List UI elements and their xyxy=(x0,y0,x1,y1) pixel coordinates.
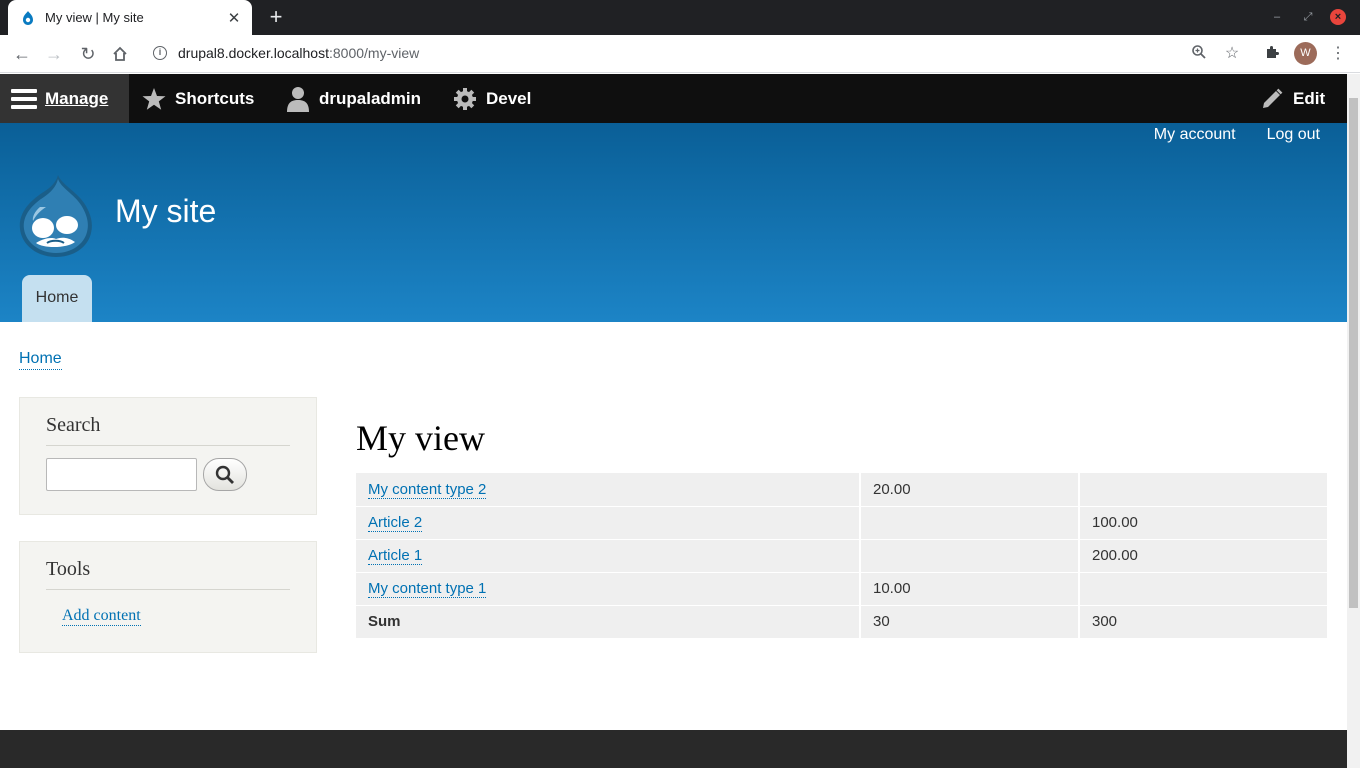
reload-icon[interactable]: ↻ xyxy=(77,43,99,65)
table-cell: 10.00 xyxy=(860,572,1080,606)
row-title-link[interactable]: Article 1 xyxy=(368,547,423,565)
table-cell: Article 1 xyxy=(356,539,861,573)
sum-col2: 30 xyxy=(860,605,1080,639)
scrollbar-thumb[interactable] xyxy=(1349,98,1358,608)
row-title-link[interactable]: My content type 2 xyxy=(368,480,487,499)
browser-menu-icon[interactable]: ⋮ xyxy=(1328,44,1348,64)
edit-label: Edit xyxy=(1293,88,1326,108)
hamburger-icon xyxy=(11,86,37,112)
user-label: drupaladmin xyxy=(319,88,422,108)
search-block: Search xyxy=(19,397,317,515)
table-cell: 20.00 xyxy=(860,473,1080,507)
restore-window-icon[interactable]: ⤢ xyxy=(1300,9,1316,25)
table-cell: 200.00 xyxy=(1079,539,1327,573)
toolbar-devel[interactable]: Devel xyxy=(452,74,531,123)
profile-avatar[interactable]: W xyxy=(1294,42,1317,65)
page-title: My view xyxy=(356,418,485,458)
row-title-link[interactable]: Article 2 xyxy=(368,514,423,532)
manage-label: Manage xyxy=(45,88,109,108)
table-row: My content type 1 10.00 xyxy=(356,572,1327,606)
search-form xyxy=(46,458,290,491)
main-nav-home-tab[interactable]: Home xyxy=(22,275,92,322)
admin-toolbar: Manage Shortcuts drupaladmin Devel Edit xyxy=(0,74,1347,123)
browser-toolbar: ← → ↻ i drupal8.docker.localhost:8000/my… xyxy=(0,35,1360,73)
sum-label: Sum xyxy=(356,605,861,639)
devel-label: Devel xyxy=(486,88,532,108)
row-title-link[interactable]: My content type 1 xyxy=(368,580,487,598)
zoom-icon[interactable] xyxy=(1189,44,1209,64)
table-cell: Article 2 xyxy=(356,506,861,540)
bookmark-star-icon[interactable]: ☆ xyxy=(1222,44,1242,64)
add-content-link[interactable]: Add content xyxy=(62,607,141,626)
toolbar-user[interactable]: drupaladmin xyxy=(285,74,421,123)
tools-block-title: Tools xyxy=(46,542,290,590)
breadcrumb-home[interactable]: Home xyxy=(19,349,62,370)
site-name[interactable]: My site xyxy=(115,193,216,230)
table-row: My content type 2 20.00 xyxy=(356,473,1327,507)
page-scrollbar[interactable] xyxy=(1347,74,1360,768)
table-row: Article 2 100.00 xyxy=(356,506,1327,540)
table-cell: My content type 2 xyxy=(356,473,861,507)
toolbar-edit[interactable]: Edit xyxy=(1259,74,1325,123)
search-button[interactable] xyxy=(203,458,247,491)
views-table: My content type 2 20.00 Article 2 100.00… xyxy=(356,473,1327,639)
pencil-icon xyxy=(1259,86,1285,112)
star-icon xyxy=(141,86,167,112)
tab-title: My view | My site xyxy=(45,10,144,25)
table-sum-row: Sum 30 300 xyxy=(356,605,1327,639)
user-icon xyxy=(285,86,311,112)
table-cell xyxy=(1079,473,1327,507)
forward-icon[interactable]: → xyxy=(43,43,65,65)
search-input[interactable] xyxy=(46,458,197,491)
drupal-favicon-icon xyxy=(23,10,33,25)
close-window-icon[interactable]: × xyxy=(1330,9,1346,25)
toolbar-shortcuts[interactable]: Shortcuts xyxy=(141,74,254,123)
page-viewport: Manage Shortcuts drupaladmin Devel Edit xyxy=(0,74,1347,768)
table-cell xyxy=(1079,572,1327,606)
extensions-icon[interactable] xyxy=(1262,44,1282,64)
browser-tab[interactable]: My view | My site ✕ xyxy=(8,0,252,35)
back-icon[interactable]: ← xyxy=(11,43,33,65)
table-row: Article 1 200.00 xyxy=(356,539,1327,573)
new-tab-button[interactable]: + xyxy=(266,5,286,29)
browser-tab-strip: My view | My site ✕ + – ⤢ × xyxy=(0,0,1360,35)
address-bar[interactable]: drupal8.docker.localhost:8000/my-view xyxy=(178,45,419,61)
secondary-menu: My account Log out xyxy=(1154,126,1320,144)
drupal-logo[interactable] xyxy=(18,173,94,259)
sum-col3: 300 xyxy=(1079,605,1327,639)
log-out-link[interactable]: Log out xyxy=(1267,126,1320,144)
site-footer xyxy=(0,730,1347,768)
shortcuts-label: Shortcuts xyxy=(175,88,255,108)
site-header: My account Log out My site Home xyxy=(0,123,1347,322)
close-tab-icon[interactable]: ✕ xyxy=(226,9,242,27)
home-icon[interactable] xyxy=(109,43,131,65)
toolbar-manage[interactable]: Manage xyxy=(0,74,129,123)
table-cell xyxy=(860,506,1080,540)
table-cell xyxy=(860,539,1080,573)
my-account-link[interactable]: My account xyxy=(1154,126,1236,144)
table-cell: 100.00 xyxy=(1079,506,1327,540)
search-block-title: Search xyxy=(46,398,290,446)
search-icon xyxy=(215,465,234,484)
table-cell: My content type 1 xyxy=(356,572,861,606)
minimize-window-icon[interactable]: – xyxy=(1269,9,1285,25)
tools-block: Tools Add content xyxy=(19,541,317,653)
site-info-icon[interactable]: i xyxy=(153,46,167,60)
gear-icon xyxy=(452,86,478,112)
